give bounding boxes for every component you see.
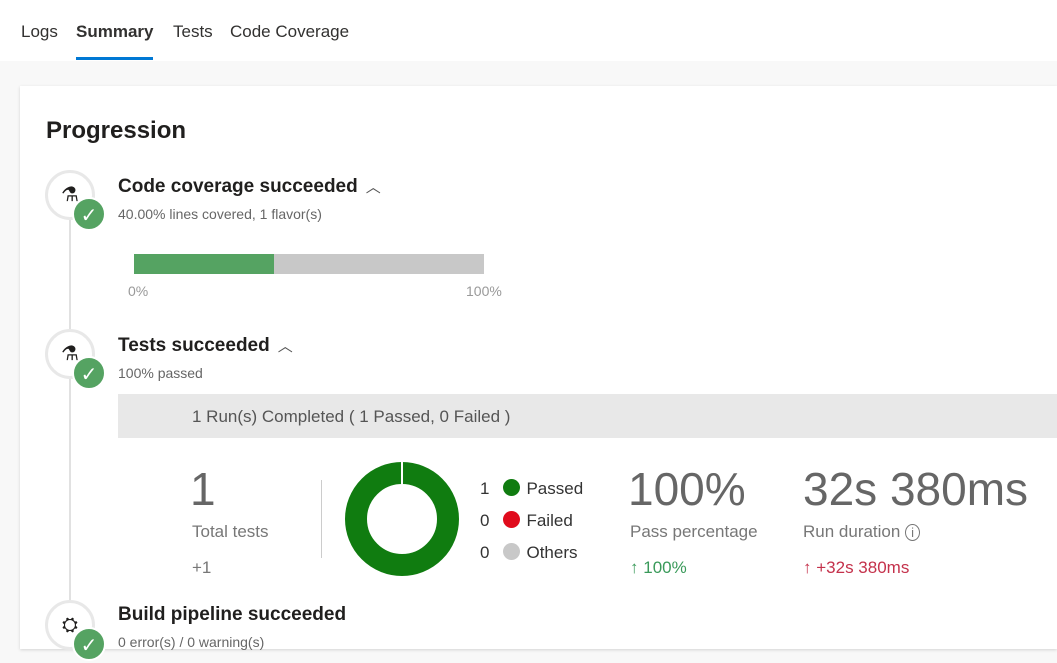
run-duration-delta: ↑ +32s 380ms <box>803 558 909 578</box>
page-title: Progression <box>46 117 187 144</box>
tab-bar: Logs Summary Tests Code Coverage <box>0 0 1057 61</box>
run-duration-value: 32s 380ms <box>803 463 1029 515</box>
legend-dot-icon <box>503 511 521 528</box>
pass-delta-text: 100% <box>643 558 687 577</box>
total-tests-value: 1 <box>190 463 216 515</box>
pass-percentage-label: Pass percentage <box>630 522 758 541</box>
success-check-icon: ✓ <box>72 627 106 661</box>
info-icon[interactable]: i <box>905 524 920 541</box>
timeline-line <box>69 220 71 600</box>
divider <box>321 480 322 558</box>
legend-label: Failed <box>526 511 573 530</box>
legend-label: Others <box>526 543 578 562</box>
success-check-icon: ✓ <box>72 356 106 390</box>
coverage-subtitle: 40.00% lines covered, 1 flavor(s) <box>118 206 322 222</box>
tab-summary[interactable]: Summary <box>76 22 154 60</box>
pass-percentage-value: 100% <box>628 463 746 515</box>
pass-percentage-delta: ↑ 100% <box>630 558 687 578</box>
duration-delta-text: +32s 380ms <box>816 558 910 577</box>
legend-item-passed: 1 Passed <box>480 479 583 499</box>
coverage-title-text: Code coverage succeeded <box>118 176 358 197</box>
legend-count: 0 <box>480 543 490 562</box>
tests-title-text: Tests succeeded <box>118 335 270 356</box>
tests-title: Tests succeeded ︿ <box>118 335 293 357</box>
legend-count: 0 <box>480 511 490 530</box>
coverage-max-label: 100% <box>466 283 502 299</box>
legend-count: 1 <box>480 479 490 498</box>
success-check-icon: ✓ <box>72 197 106 231</box>
tab-logs[interactable]: Logs <box>21 22 58 42</box>
coverage-bar-fill <box>134 254 274 274</box>
legend-dot-icon <box>503 479 521 496</box>
tests-subtitle: 100% passed <box>118 365 203 381</box>
run-duration-label: Run duration i <box>803 522 920 542</box>
coverage-bar <box>134 254 484 274</box>
coverage-min-label: 0% <box>128 283 149 299</box>
coverage-title: Code coverage succeeded ︿ <box>118 176 381 198</box>
total-tests-label: Total tests <box>192 522 269 541</box>
run-summary: 1 Run(s) Completed ( 1 Passed, 0 Failed … <box>118 394 1057 438</box>
legend-label: Passed <box>526 479 584 498</box>
arrow-up-icon: ↑ <box>630 558 644 577</box>
legend-item-failed: 0 Failed <box>480 511 573 531</box>
legend-dot-icon <box>503 543 521 560</box>
tab-code-coverage[interactable]: Code Coverage <box>230 22 349 42</box>
chevron-up-icon[interactable]: ︿ <box>278 338 293 355</box>
tests-donut-chart <box>345 461 459 576</box>
chevron-up-icon[interactable]: ︿ <box>366 179 381 196</box>
run-duration-label-text: Run duration <box>803 522 901 541</box>
arrow-up-icon: ↑ <box>803 558 817 577</box>
legend-item-others: 0 Others <box>480 543 578 563</box>
total-tests-delta: +1 <box>192 558 212 577</box>
build-title: Build pipeline succeeded <box>118 604 347 625</box>
build-subtitle: 0 error(s) / 0 warning(s) <box>118 634 265 650</box>
donut-passed-segment <box>345 462 459 576</box>
tab-tests[interactable]: Tests <box>173 22 213 42</box>
